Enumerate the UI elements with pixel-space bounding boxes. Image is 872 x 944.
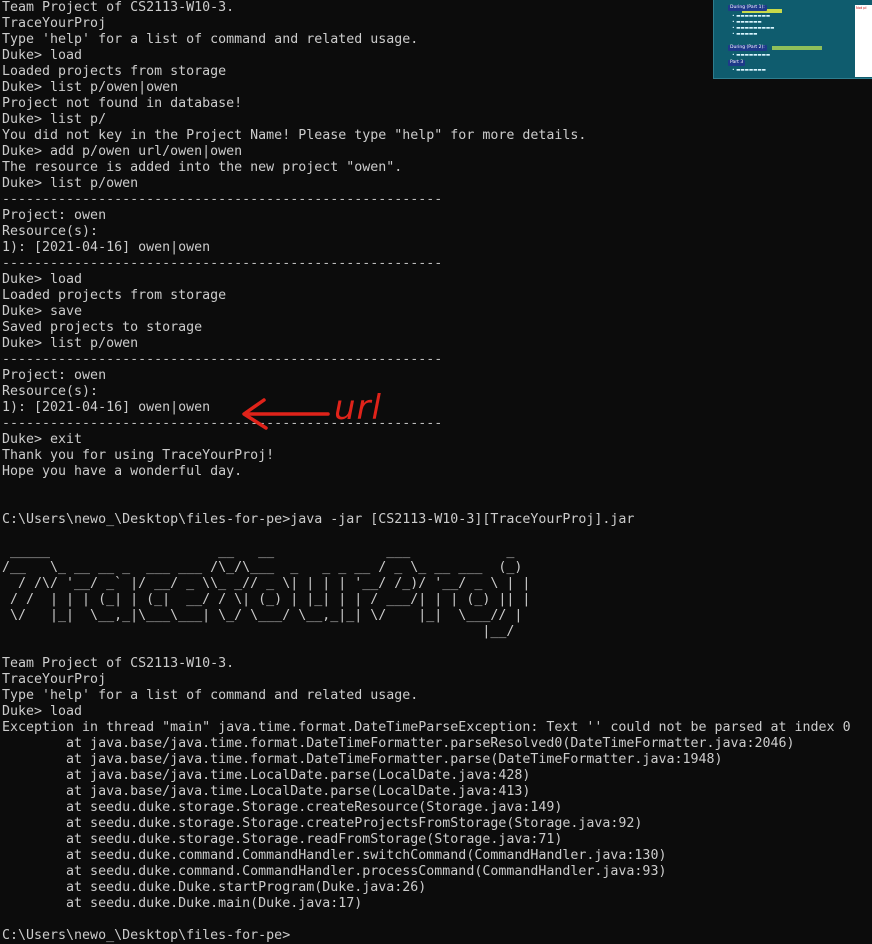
divider-line: ----------------------------------------…	[2, 256, 443, 271]
ascii-logo-line: |__/	[2, 624, 523, 639]
terminal-line: Hope you have a wonderful day.	[2, 464, 243, 479]
terminal-line: Duke> list p/owen	[2, 336, 139, 351]
terminal-line: Duke> list p/owen	[2, 176, 139, 191]
terminal-line: Duke> add p/owen url/owen|owen	[2, 144, 243, 159]
terminal-line: Exception in thread "main" java.time.for…	[2, 720, 851, 735]
terminal-line: Type 'help' for a list of command and re…	[2, 688, 419, 703]
slide-thumbnail: During (Part 1): • ▬▬▬▬▬▬▬▬ • ▬▬▬▬▬▬ • ▬…	[713, 0, 872, 79]
terminal-line: at seedu.duke.storage.Storage.createProj…	[2, 816, 643, 831]
terminal-line: at seedu.duke.storage.Storage.readFromSt…	[2, 832, 563, 847]
terminal-line: at seedu.duke.command.CommandHandler.swi…	[2, 848, 667, 863]
terminal-line: Resource(s):	[2, 224, 99, 239]
exit-block: Duke> exit Thank you for using TraceYourP…	[2, 432, 872, 480]
middle-block: Duke> load Loaded projects from storage Du…	[2, 272, 872, 352]
divider-line: ----------------------------------------…	[2, 416, 443, 431]
terminal-line: The resource is added into the new proje…	[2, 160, 403, 175]
ascii-logo-line: \/ |_| \__,_|\___\___| \_/ \___/ \__,_|_…	[2, 608, 523, 623]
terminal-line: at java.base/java.time.format.DateTimeFo…	[2, 752, 723, 767]
thumb-chip: Part 3	[728, 60, 746, 66]
thumb-note: Not pl	[855, 5, 872, 77]
terminal-line: at seedu.duke.command.CommandHandler.pro…	[2, 864, 667, 879]
terminal-line: Duke> exit	[2, 432, 83, 447]
terminal-line: Saved projects to storage	[2, 320, 203, 335]
ascii-logo-line: _____ __ __ ___ _	[2, 544, 523, 559]
list-block-one: Project: owen Resource(s): 1): [2021-04-16…	[2, 208, 872, 256]
terminal-line: Project not found in database!	[2, 96, 243, 111]
list-block-two: Project: owen Resource(s): 1): [2021-04-16…	[2, 368, 872, 416]
terminal-output[interactable]: Team Project of CS2113-W10-3. TraceYourPr…	[2, 0, 872, 943]
terminal-line: You did not key in the Project Name! Ple…	[2, 128, 587, 143]
terminal-line: Thank you for using TraceYourProj!	[2, 448, 275, 463]
ascii-logo-line: / / | | | (_| | (_| __/ / \| (_) | |_| |…	[2, 592, 531, 607]
terminal-line: Duke> load	[2, 704, 83, 719]
url-annotation-text: url	[334, 388, 382, 428]
run-command: C:\Users\newo_\Desktop\files-for-pe>java…	[2, 512, 635, 527]
thumb-chip: During (Part 1):	[728, 5, 767, 11]
terminal-line: Duke> list p/	[2, 112, 107, 127]
terminal-line: Project: owen	[2, 208, 107, 223]
ascii-logo: _____ __ __ ___ _ /__ \_ __ __ _ ___ ___…	[2, 544, 872, 640]
session-two: Team Project of CS2113-W10-3. TraceYourPr…	[2, 656, 872, 912]
terminal-line: at java.base/java.time.format.DateTimeFo…	[2, 736, 795, 751]
terminal-line: Team Project of CS2113-W10-3.	[2, 656, 235, 671]
red-arrow-annotation	[242, 398, 330, 430]
terminal-line: Duke> load	[2, 272, 83, 287]
terminal-line: Resource(s):	[2, 384, 99, 399]
thumb-chip: During (Part 2):	[728, 45, 767, 51]
terminal-line: at java.base/java.time.LocalDate.parse(L…	[2, 784, 531, 799]
command-prompt[interactable]: C:\Users\newo_\Desktop\files-for-pe>	[2, 928, 872, 944]
terminal-line: 1): [2021-04-16] owen|owen	[2, 400, 211, 415]
terminal-line: Loaded projects from storage	[2, 288, 227, 303]
divider-line: ----------------------------------------…	[2, 192, 443, 207]
terminal-line: Duke> save	[2, 304, 83, 319]
terminal-line: at seedu.duke.Duke.main(Duke.java:17)	[2, 896, 363, 911]
terminal-line: at seedu.duke.storage.Storage.createReso…	[2, 800, 563, 815]
ascii-logo-line: / /\/ '__/ _` |/ __/ _ \\_ _// _ \| | | …	[2, 576, 531, 591]
terminal-line: TraceYourProj	[2, 672, 107, 687]
divider-line: ----------------------------------------…	[2, 352, 443, 367]
terminal-line: at seedu.duke.Duke.startProgram(Duke.jav…	[2, 880, 427, 895]
terminal-line: at java.base/java.time.LocalDate.parse(L…	[2, 768, 531, 783]
ascii-logo-line: /__ \_ __ __ _ ___ ___ /\_/\___ _ _ _ __…	[2, 560, 523, 575]
terminal-line: Duke> list p/owen|owen	[2, 80, 179, 95]
terminal-line: Project: owen	[2, 368, 107, 383]
terminal-line: 1): [2021-04-16] owen|owen	[2, 240, 211, 255]
